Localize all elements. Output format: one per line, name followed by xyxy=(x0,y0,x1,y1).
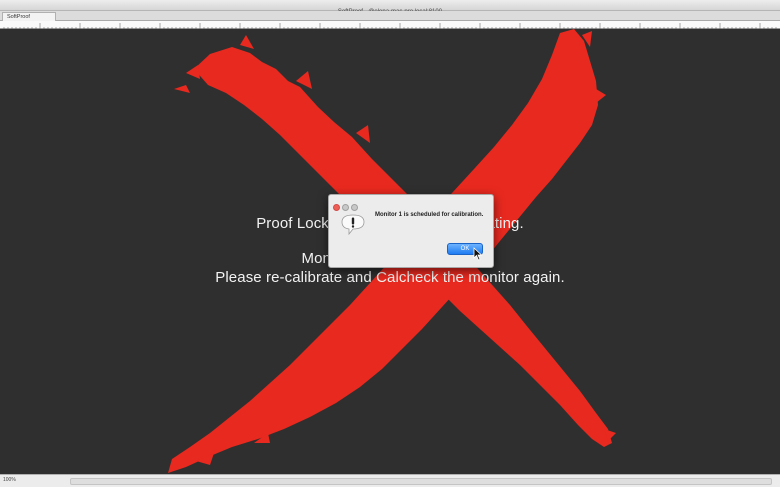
tab-softproof[interactable]: SoftProof xyxy=(2,12,56,21)
tab-bar: SoftProof xyxy=(0,11,780,21)
alert-icon xyxy=(341,214,365,235)
minimize-icon xyxy=(342,204,349,211)
recalibrate-message: Please re-calibrate and Calcheck the mon… xyxy=(215,269,565,286)
ruler xyxy=(0,21,780,29)
mouse-pointer-icon xyxy=(473,247,483,261)
zoom-icon xyxy=(351,204,358,211)
tab-softproof-label: SoftProof xyxy=(7,14,30,20)
ruler-ticks xyxy=(3,23,777,29)
dialog-message: Monitor 1 is scheduled for calibration. xyxy=(375,212,484,218)
calibration-alert-dialog: Monitor 1 is scheduled for calibration. … xyxy=(328,194,494,268)
close-icon[interactable] xyxy=(333,204,340,211)
status-bar: 100% xyxy=(0,474,780,487)
window-titlebar: SoftProof - @elena-mac-pro.local:8100 xyxy=(0,0,780,15)
horizontal-scrollbar[interactable] xyxy=(70,478,772,485)
zoom-level: 100% xyxy=(3,477,16,483)
